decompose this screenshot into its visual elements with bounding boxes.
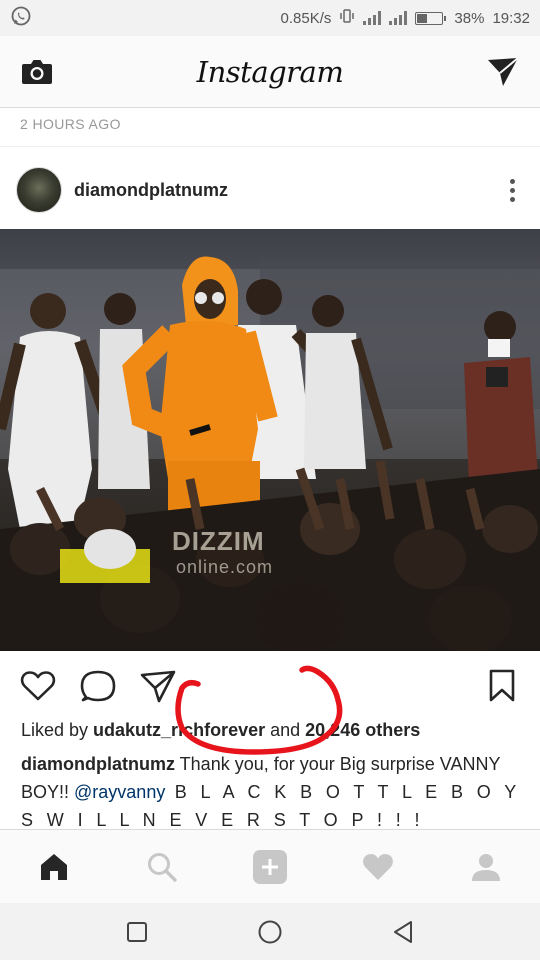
likes-middle: and [265,720,306,740]
divider [0,146,540,147]
post-actions [0,660,540,712]
whatsapp-icon [10,5,32,31]
like-heart-icon[interactable] [18,666,58,706]
post-caption: diamondplatnumz Thank you, for your Big … [21,750,531,834]
direct-message-icon[interactable] [486,55,520,89]
post-username[interactable]: diamondplatnumz [74,180,228,201]
share-icon[interactable] [138,666,178,706]
avatar[interactable] [16,167,62,213]
caption-mention[interactable]: @rayvanny [74,782,165,802]
network-speed: 0.85K/s [280,9,332,27]
comment-icon[interactable] [78,666,118,706]
post-header: diamondplatnumz [0,160,540,220]
likes-count[interactable]: 20,246 others [305,720,420,740]
photo-watermark-sub: online.com [176,557,274,577]
vibrate-icon [339,8,355,28]
search-icon[interactable] [135,840,189,894]
likes-line: Liked by udakutz_richforever and 20,246 … [21,720,420,741]
recents-icon[interactable] [115,910,159,954]
concert-photo-illustration [0,256,540,651]
likes-prefix: Liked by [21,720,94,740]
home-icon[interactable] [27,840,81,894]
post-photo[interactable]: DIZZIM online.com [0,229,540,651]
camera-icon[interactable] [20,55,54,89]
activity-heart-icon[interactable] [351,840,405,894]
photo-watermark: DIZZIM [172,526,265,556]
back-icon[interactable] [381,910,425,954]
bottom-navigation [0,829,540,903]
more-options-icon[interactable] [500,175,524,205]
liked-by-user[interactable]: udakutz_richforever [93,720,265,740]
add-post-icon[interactable] [243,840,297,894]
battery-percent: 38% [454,9,485,27]
clock: 19:32 [492,9,530,27]
post-time-ago: 2 HOURS AGO [20,116,121,132]
bookmark-icon[interactable] [482,666,522,706]
status-bar: 0.85K/s 38% 19:32 [0,0,540,36]
battery-icon [415,11,447,25]
home-circle-icon[interactable] [248,910,292,954]
profile-icon[interactable] [459,840,513,894]
h-plus-signal-icon [389,11,408,25]
signal-icon [363,11,382,25]
app-header: Instagram [0,36,540,108]
instagram-logo: Instagram [196,54,344,89]
system-navigation [0,903,540,960]
caption-username[interactable]: diamondplatnumz [21,754,175,774]
